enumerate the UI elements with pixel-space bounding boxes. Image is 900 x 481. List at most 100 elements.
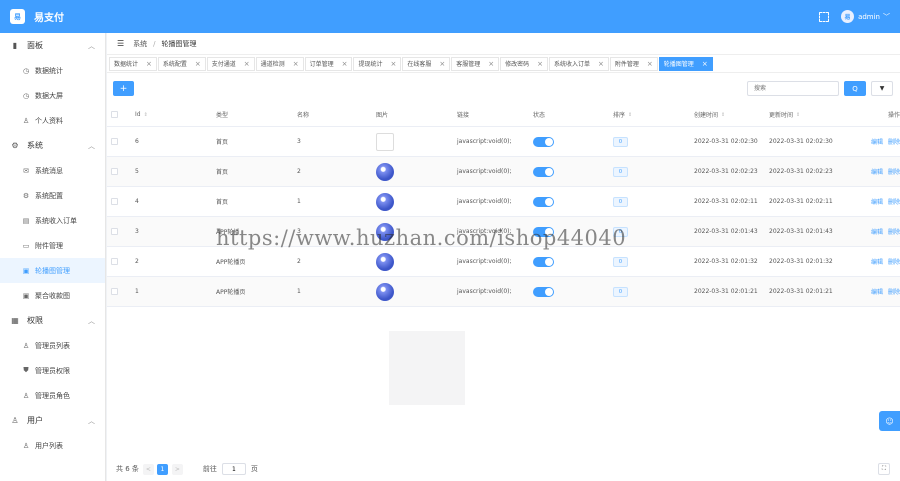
chevron-up-icon[interactable]: ︿ [88, 416, 95, 426]
row-thumbnail[interactable] [376, 132, 394, 151]
status-toggle[interactable] [533, 256, 554, 267]
close-icon[interactable]: × [537, 60, 543, 68]
tab-3[interactable]: 通道检测 × [255, 56, 304, 71]
page-number-current[interactable]: 1 [156, 463, 168, 475]
delete-link[interactable]: 删除 [888, 287, 900, 296]
sort-icon[interactable]: ⇕ [721, 112, 725, 118]
sidebar-group-3[interactable]: ♙ 用户 ︿ [0, 408, 105, 433]
add-button[interactable]: + [113, 81, 134, 96]
tab-4[interactable]: 订单管理 × [304, 56, 353, 71]
row-checkbox[interactable] [111, 228, 118, 235]
sidebar-group-1[interactable]: ⚙ 系统 ︿ [0, 133, 105, 158]
close-icon[interactable]: × [195, 60, 201, 68]
close-icon[interactable]: × [342, 60, 348, 68]
row-checkbox[interactable] [111, 168, 118, 175]
sidebar-item-1-5[interactable]: ▣ 聚合收款图 [0, 283, 105, 308]
sidebar-group-2[interactable]: ▦ 权限 ︿ [0, 308, 105, 333]
row-checkbox[interactable] [111, 198, 118, 205]
chevron-up-icon[interactable]: ︿ [88, 141, 95, 151]
sort-input[interactable]: 0 [613, 136, 628, 147]
edit-link[interactable]: 编辑 [871, 257, 883, 266]
sort-icon[interactable]: ⇕ [144, 112, 148, 118]
sidebar-group-0[interactable]: ▮ 面板 ︿ [0, 33, 105, 58]
tab-0[interactable]: 数据统计 × [109, 56, 157, 71]
tab-2[interactable]: 支付通道 × [206, 56, 255, 71]
sidebar-item-1-3[interactable]: ▭ 附件管理 [0, 233, 105, 258]
close-icon[interactable]: × [439, 60, 445, 68]
sidebar-item-1-0[interactable]: ✉ 系统消息 [0, 158, 105, 183]
row-checkbox[interactable] [111, 138, 118, 145]
tab-9[interactable]: 系统收入订单 × [549, 56, 609, 71]
sidebar-item-2-0[interactable]: ♙ 管理员列表 [0, 333, 105, 358]
close-icon[interactable]: × [702, 60, 708, 68]
sidebar-item-3-0[interactable]: ♙ 用户列表 [0, 433, 105, 458]
row-thumbnail[interactable] [376, 162, 394, 181]
edit-link[interactable]: 编辑 [871, 227, 883, 236]
edit-link[interactable]: 编辑 [871, 137, 883, 146]
sort-input[interactable]: 0 [613, 196, 628, 207]
goto-page-input[interactable] [221, 463, 246, 475]
tab-10[interactable]: 附件管理 × [609, 56, 658, 71]
chevron-up-icon[interactable]: ︿ [88, 316, 95, 326]
chevron-up-icon[interactable]: ︿ [88, 41, 95, 51]
tab-1[interactable]: 系统配置 × [157, 56, 206, 71]
header-id[interactable]: Id ⇕ [135, 103, 195, 126]
prev-page-button[interactable]: < [142, 463, 154, 475]
brand[interactable]: 易 易支付 [0, 9, 106, 24]
tab-5[interactable]: 提现统计 × [353, 56, 402, 71]
menu-fold-icon[interactable]: ☰ [117, 39, 124, 48]
sort-icon[interactable]: ⇕ [628, 112, 632, 118]
edit-link[interactable]: 编辑 [871, 197, 883, 206]
close-icon[interactable]: × [488, 60, 494, 68]
user-name[interactable]: admin [858, 13, 880, 21]
sidebar-item-0-1[interactable]: ◷ 数据大屏 [0, 83, 105, 108]
search-input[interactable] [747, 81, 839, 96]
sort-icon[interactable]: ⇕ [796, 112, 800, 118]
search-button[interactable]: Q [844, 81, 866, 96]
edit-link[interactable]: 编辑 [871, 167, 883, 176]
chevron-down-icon[interactable]: ﹀ [883, 12, 890, 22]
breadcrumb-item-system[interactable]: 系统 [133, 39, 147, 49]
fullscreen-icon[interactable] [819, 11, 830, 22]
sort-input[interactable]: 0 [613, 286, 628, 297]
close-icon[interactable]: × [598, 60, 604, 68]
sidebar-item-1-4[interactable]: ▣ 轮播图管理 [0, 258, 105, 283]
status-toggle[interactable] [533, 286, 554, 297]
sidebar-item-2-2[interactable]: ♙ 管理员角色 [0, 383, 105, 408]
close-icon[interactable]: × [647, 60, 653, 68]
close-icon[interactable]: × [244, 60, 250, 68]
avatar[interactable]: 易 [841, 10, 855, 23]
sidebar-item-1-2[interactable]: ▤ 系统收入订单 [0, 208, 105, 233]
help-chat-icon[interactable]: ☺ [879, 411, 900, 431]
tab-7[interactable]: 客服管理 × [451, 56, 500, 71]
edit-link[interactable]: 编辑 [871, 287, 883, 296]
expand-icon[interactable]: ⛶ [878, 463, 890, 475]
delete-link[interactable]: 删除 [888, 257, 900, 266]
next-page-button[interactable]: > [171, 463, 183, 475]
header-updated[interactable]: 更新时间 ⇕ [769, 103, 841, 126]
delete-link[interactable]: 删除 [888, 167, 900, 176]
select-all-checkbox[interactable] [111, 111, 118, 118]
sort-input[interactable]: 0 [613, 166, 628, 177]
close-icon[interactable]: × [146, 60, 152, 68]
row-thumbnail[interactable] [376, 252, 394, 271]
row-checkbox[interactable] [111, 288, 118, 295]
sort-input[interactable]: 0 [613, 256, 628, 267]
row-thumbnail[interactable] [376, 282, 394, 301]
filter-button[interactable]: ▼ [871, 81, 893, 96]
sidebar-item-1-1[interactable]: ⚙ 系统配置 [0, 183, 105, 208]
sidebar-item-2-1[interactable]: ⛊ 管理员权限 [0, 358, 105, 383]
status-toggle[interactable] [533, 166, 554, 177]
tab-6[interactable]: 在线客服 × [402, 56, 451, 71]
sidebar-item-0-2[interactable]: ♙ 个人资料 [0, 108, 105, 133]
status-toggle[interactable] [533, 196, 554, 207]
tab-8[interactable]: 修改密码 × [500, 56, 549, 71]
row-checkbox[interactable] [111, 258, 118, 265]
close-icon[interactable]: × [293, 60, 299, 68]
tab-11[interactable]: 轮播图管理 × [658, 56, 713, 71]
status-toggle[interactable] [533, 136, 554, 147]
close-icon[interactable]: × [390, 60, 396, 68]
sidebar-item-0-0[interactable]: ◷ 数据统计 [0, 58, 105, 83]
delete-link[interactable]: 删除 [888, 137, 900, 146]
delete-link[interactable]: 删除 [888, 227, 900, 236]
